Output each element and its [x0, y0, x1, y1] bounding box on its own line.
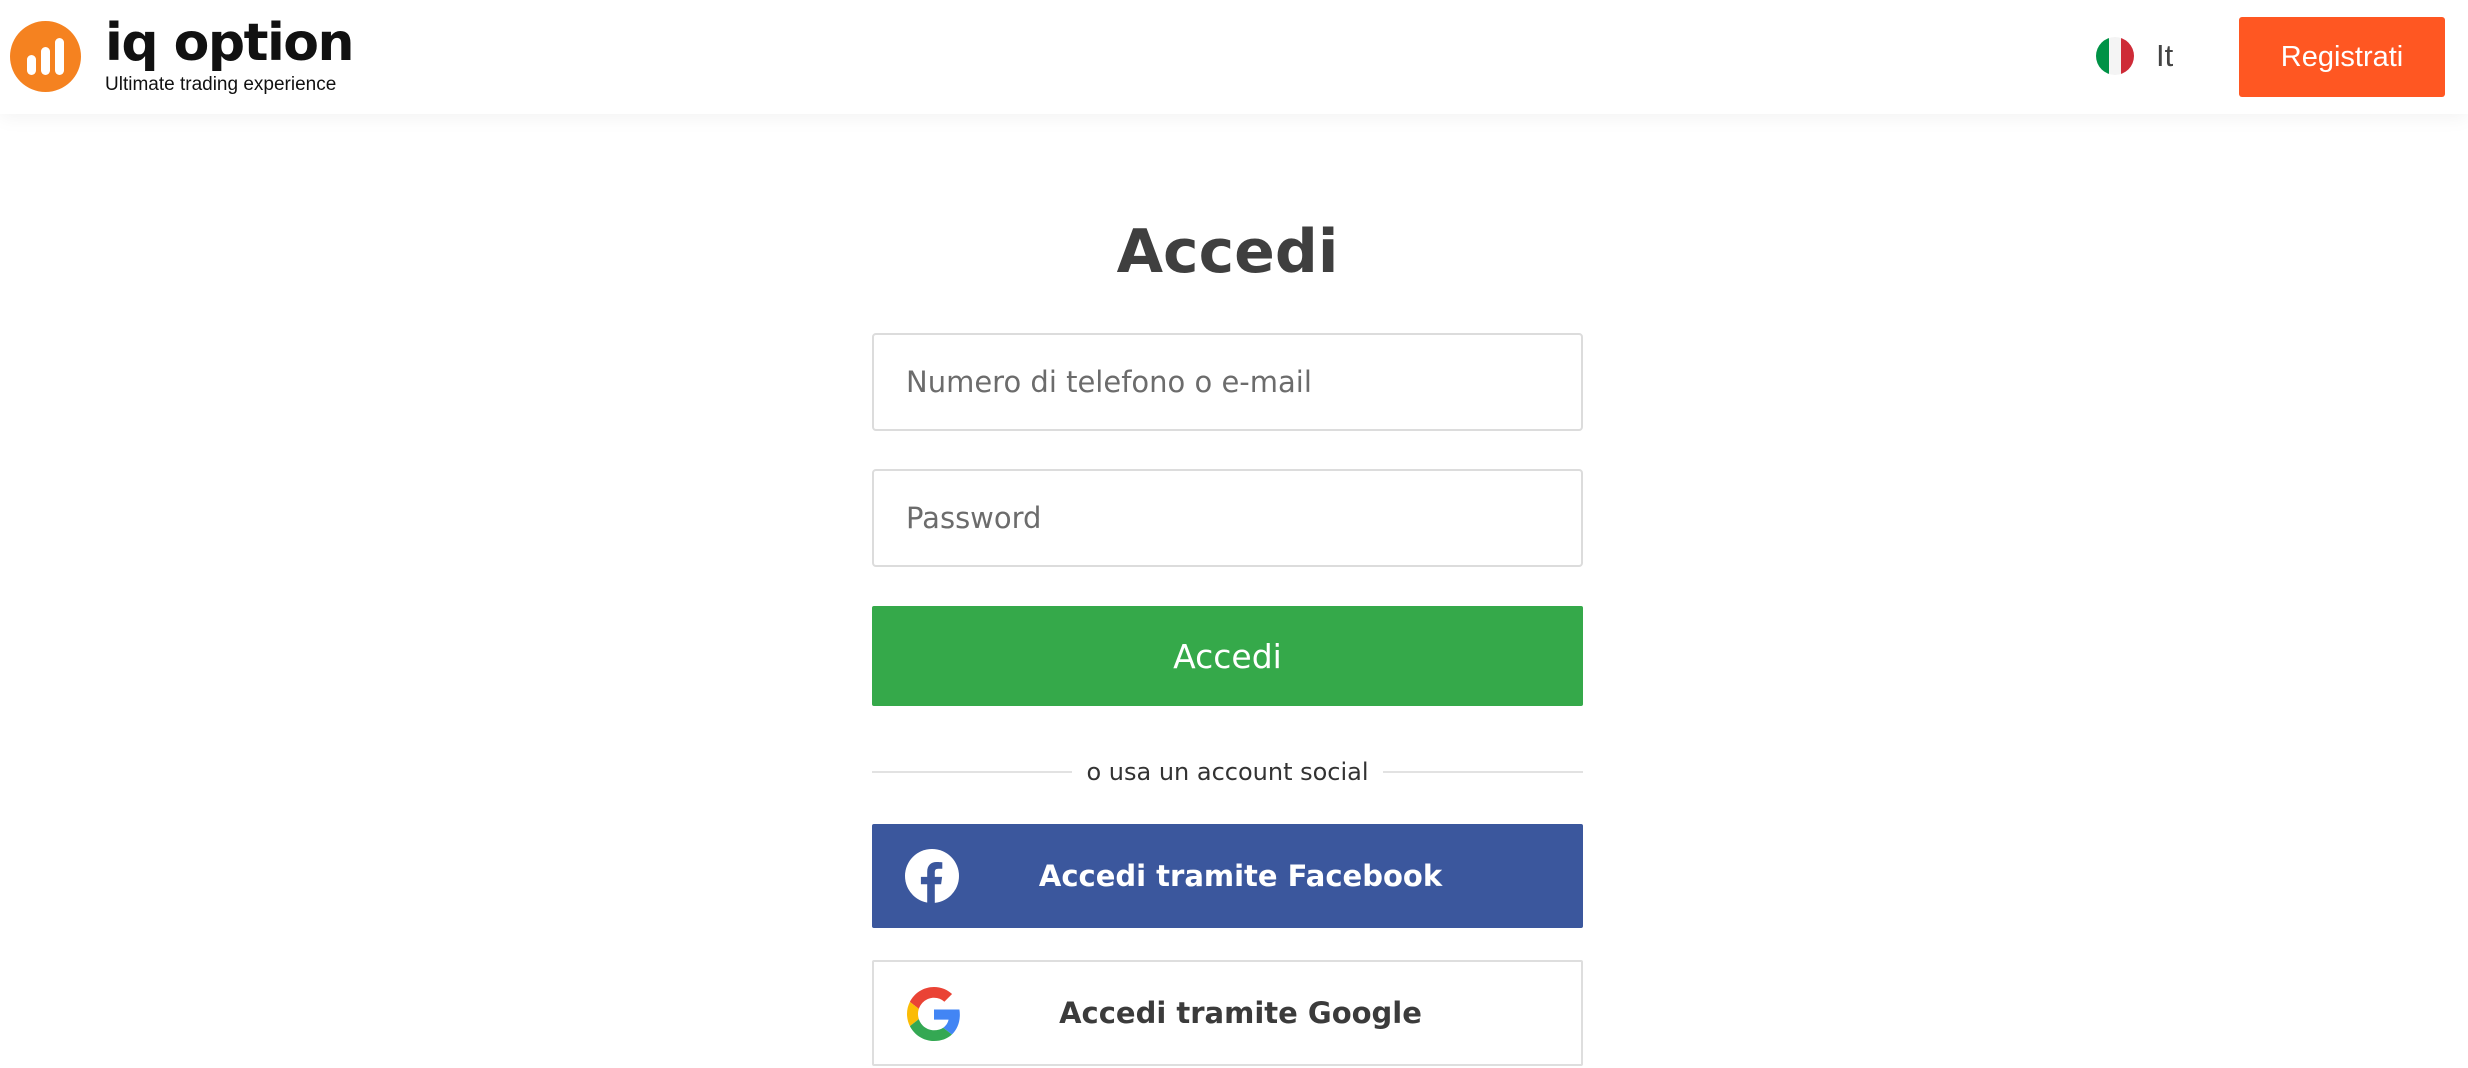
google-login-label: Accedi tramite Google [1059, 996, 1422, 1030]
register-button[interactable]: Registrati [2239, 17, 2445, 97]
language-selector[interactable]: It [2096, 37, 2173, 75]
email-field[interactable] [872, 333, 1583, 431]
social-divider: o usa un account social [872, 752, 1583, 792]
logo-link[interactable]: iq option Ultimate trading experience [10, 13, 355, 96]
facebook-login-label: Accedi tramite Facebook [1038, 859, 1443, 893]
logo-wordmark: iq option [105, 13, 355, 73]
facebook-login-button[interactable]: Accedi tramite Facebook [872, 824, 1583, 928]
divider-line [1382, 771, 1583, 773]
login-button[interactable]: Accedi [872, 606, 1583, 706]
logo-tagline: Ultimate trading experience [105, 74, 337, 95]
italy-flag-icon [2096, 37, 2134, 75]
google-icon [907, 987, 960, 1041]
password-field[interactable] [872, 469, 1583, 567]
language-label: It [2156, 38, 2174, 73]
facebook-icon [905, 849, 959, 903]
google-login-button[interactable]: Accedi tramite Google [872, 960, 1583, 1066]
logo-text: iq option Ultimate trading experience [105, 13, 355, 96]
iq-option-logo-icon [10, 21, 81, 92]
divider-text: o usa un account social [1086, 758, 1369, 786]
top-header: iq option Ultimate trading experience It… [0, 0, 2468, 114]
divider-line [872, 771, 1073, 773]
page-title: Accedi [1116, 217, 1339, 287]
